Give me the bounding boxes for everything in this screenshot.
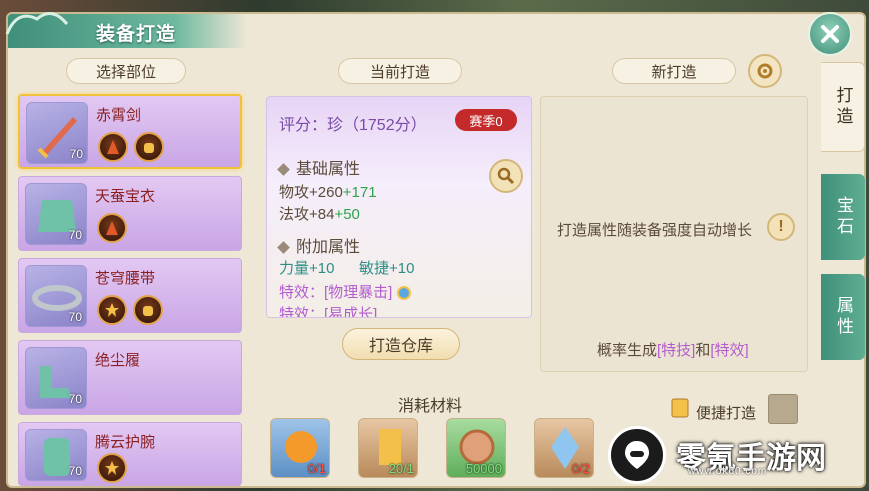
current-forge-header: 当前打造 [338, 58, 462, 84]
material-count: 0/1 [307, 461, 326, 476]
skill-badge-icon [97, 213, 127, 243]
star-badge-icon [97, 453, 127, 483]
belt-icon: 70 [25, 265, 87, 327]
fist-badge-icon [133, 295, 163, 325]
magnifier-icon [497, 167, 515, 185]
watermark: 零氪手游网 www.ok60.com [608, 420, 869, 490]
select-slot-header: 选择部位 [66, 58, 186, 84]
slot-name: 苍穹腰带 [95, 270, 156, 287]
slot-name: 天蚕宝衣 [95, 188, 156, 205]
material-slot-2[interactable]: 20/1 [358, 418, 418, 478]
fist-badge-icon [134, 132, 164, 162]
inspect-button[interactable] [489, 159, 523, 193]
tab-attribute[interactable]: 属性 [821, 274, 865, 360]
materials-label: 消耗材料 [398, 398, 463, 415]
effect-grow: 特效：[易成长] [279, 306, 378, 318]
slot-level: 70 [68, 310, 82, 324]
forge-note: 打造属性随装备强度自动增长 [557, 222, 753, 239]
slot-name: 赤霄剑 [96, 107, 142, 124]
base-stat-phys: 物攻+260+171 [279, 184, 377, 201]
scroll-icon [671, 398, 689, 418]
watermark-logo-icon [608, 426, 666, 484]
effect-crit: 特效：[物理暴击] [279, 281, 411, 302]
forge-probability-note: 概率生成[特技]和[特效] [597, 342, 749, 359]
tab-gem[interactable]: 宝石 [821, 174, 865, 260]
material-count: 20/1 [388, 461, 414, 476]
slot-level: 70 [68, 392, 82, 406]
slot-belt[interactable]: 70 苍穹腰带 [18, 258, 242, 333]
material-slot-4[interactable]: 0/2 [534, 418, 594, 478]
window-title: 装备打造 [96, 24, 177, 45]
cloud-deco-icon [5, 12, 69, 35]
slot-weapon[interactable]: 70 赤霄剑 [18, 94, 242, 169]
slot-name: 腾云护腕 [95, 434, 156, 451]
gear-icon [757, 63, 773, 79]
skill-badge-icon [98, 132, 128, 162]
close-button[interactable] [808, 12, 852, 56]
title-bar: 装备打造 [5, 12, 248, 48]
material-slot-3[interactable]: 50000 [446, 418, 506, 478]
sword-icon: 70 [26, 102, 88, 164]
current-equipment-card: 评分：珍（1752分） 赛季0 基础属性 物攻+260+171 法攻+84+50… [266, 96, 532, 318]
extra-attr-title: 附加属性 [277, 233, 360, 257]
bracer-icon: 70 [25, 429, 87, 481]
material-count: 0/2 [571, 461, 590, 476]
extra-stat-strength: 力量+10 [279, 260, 335, 277]
slot-level: 70 [68, 228, 82, 242]
forge-warehouse-button[interactable]: 打造仓库 [342, 328, 460, 360]
slot-name: 绝尘履 [95, 352, 141, 369]
slot-boots[interactable]: 70 绝尘履 [18, 340, 242, 415]
boots-icon: 70 [25, 347, 87, 409]
star-badge-icon [97, 295, 127, 325]
forge-panel: 装备打造 选择部位 当前打造 新打造 70 赤霄剑 70 天蚕宝衣 70 苍穹腰… [5, 12, 866, 488]
settings-button[interactable] [748, 54, 782, 88]
slot-bracer[interactable]: 70 腾云护腕 [18, 422, 242, 486]
new-forge-header: 新打造 [612, 58, 736, 84]
exclamation-icon[interactable]: ! [767, 213, 795, 241]
material-count: 50000 [465, 461, 502, 476]
diamond-icon [277, 241, 290, 255]
info-circle-icon [396, 286, 411, 301]
slot-level: 70 [68, 464, 82, 478]
material-slot-1[interactable]: 0/1 [270, 418, 330, 478]
armor-icon: 70 [25, 183, 87, 245]
new-forge-card: 打造属性随装备强度自动增长 ! 概率生成[特技]和[特效] [540, 96, 808, 372]
extra-stat-agility: 敏捷+10 [359, 260, 415, 277]
base-attr-title: 基础属性 [277, 155, 360, 179]
close-icon [821, 25, 839, 43]
equipment-score: 评分：珍（1752分） [279, 117, 427, 134]
season-badge: 赛季0 [455, 109, 517, 131]
diamond-icon [277, 163, 290, 177]
base-stat-magic: 法攻+84+50 [279, 206, 360, 223]
watermark-url: www.ok60.com [688, 466, 768, 477]
slot-armor[interactable]: 70 天蚕宝衣 [18, 176, 242, 251]
slot-level: 70 [69, 147, 83, 161]
tab-forge[interactable]: 打造 [821, 62, 865, 152]
